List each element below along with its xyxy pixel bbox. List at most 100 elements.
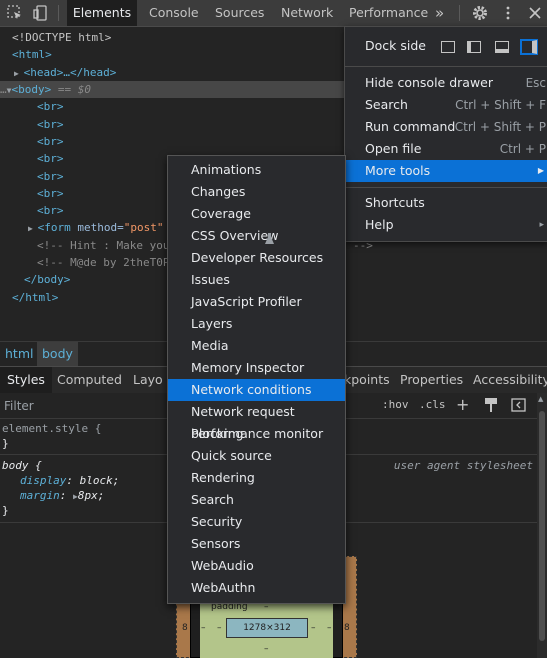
rule-close-brace: } <box>2 504 9 517</box>
hov-toggle[interactable]: :hov <box>382 398 409 411</box>
submenu-item-network-request-blocking[interactable]: Network request blocking <box>168 401 345 441</box>
padding-right-value[interactable]: – <box>311 623 316 633</box>
more-tools-submenu: Animations Changes Coverage CSS Overview… <box>167 155 346 604</box>
inspect-element-icon[interactable] <box>6 4 24 22</box>
br-node[interactable]: <br> <box>37 116 64 133</box>
more-vertical-icon[interactable] <box>499 4 517 22</box>
toolbar-divider <box>459 5 460 21</box>
box-model-content[interactable]: 1278×312 <box>226 618 308 638</box>
border-right-value[interactable]: – <box>327 623 332 633</box>
body-rule-selector[interactable]: body { <box>2 459 42 472</box>
margin-right-value[interactable]: 8 <box>344 623 350 633</box>
doctype-node[interactable]: <!DOCTYPE html> <box>12 29 111 46</box>
cls-toggle[interactable]: .cls <box>419 398 446 411</box>
submenu-arrow-icon: ▸ <box>539 220 544 230</box>
submenu-item-webaudio[interactable]: WebAudio <box>168 555 345 577</box>
tab-layout[interactable]: Layo <box>133 367 163 393</box>
tab-network[interactable]: Network <box>281 0 333 26</box>
menu-item-hide-console-drawer[interactable]: Hide console drawer Esc <box>345 72 547 94</box>
form-node[interactable]: ▶ <form method="post" <box>28 219 164 236</box>
padding-bottom-value[interactable]: – <box>264 644 269 654</box>
margin-left-value[interactable]: 8 <box>182 623 188 633</box>
submenu-item-search[interactable]: Search <box>168 489 345 511</box>
border-left-value[interactable]: – <box>201 623 206 633</box>
tab-performance[interactable]: Performance <box>349 0 428 26</box>
undock-icon[interactable] <box>441 41 455 53</box>
style-property-row[interactable]: margin: ▶8px; <box>20 489 104 502</box>
menu-item-search[interactable]: Search Ctrl + Shift + F <box>345 94 547 116</box>
br-node[interactable]: <br> <box>37 98 64 115</box>
toggle-sidebar-icon[interactable] <box>511 398 526 415</box>
submenu-item-issues[interactable]: Issues <box>168 269 345 291</box>
submenu-item-animations[interactable]: Animations <box>168 159 345 181</box>
scroll-up-arrow-icon[interactable]: ▲ <box>538 395 543 403</box>
tab-sources[interactable]: Sources <box>215 0 264 26</box>
submenu-item-webauthn[interactable]: WebAuthn <box>168 577 345 599</box>
submenu-item-performance-monitor[interactable]: Performance monitor <box>168 423 345 445</box>
submenu-item-layers[interactable]: Layers <box>168 313 345 335</box>
menu-item-shortcuts[interactable]: Shortcuts <box>345 192 547 214</box>
menu-item-more-tools[interactable]: More tools ▶ <box>345 160 547 182</box>
tab-styles[interactable]: Styles <box>0 367 52 393</box>
submenu-item-css-overview[interactable]: CSS Overview <box>168 225 345 247</box>
menu-separator <box>345 66 547 67</box>
submenu-item-network-conditions[interactable]: Network conditions <box>168 379 345 401</box>
comment-node[interactable]: <!-- Hint : Make you <box>37 237 169 254</box>
submenu-item-developer-resources[interactable]: Developer Resources <box>168 247 345 269</box>
close-icon[interactable] <box>526 4 544 22</box>
submenu-item-media[interactable]: Media <box>168 335 345 357</box>
padding-left-value[interactable]: – <box>217 623 222 633</box>
submenu-item-changes[interactable]: Changes <box>168 181 345 203</box>
scrollbar-thumb[interactable] <box>539 411 545 641</box>
expand-triangle-icon[interactable]: ▶ <box>28 224 38 233</box>
tab-dom-breakpoints[interactable]: kpoints <box>344 367 390 393</box>
rule-close-brace: } <box>2 437 9 450</box>
tab-accessibility[interactable]: Accessibility <box>473 367 547 393</box>
submenu-arrow-icon: ▶ <box>537 166 544 175</box>
tab-console[interactable]: Console <box>149 0 199 26</box>
body-close-node[interactable]: </body> <box>24 271 70 288</box>
submenu-item-rendering[interactable]: Rendering <box>168 467 345 489</box>
head-node[interactable]: ▶ <head>…</head> <box>14 64 116 81</box>
dock-bottom-icon[interactable] <box>495 41 509 53</box>
gear-icon[interactable] <box>471 4 489 22</box>
html-close-node[interactable]: </html> <box>12 289 58 306</box>
menu-item-run-command[interactable]: Run command Ctrl + Shift + P <box>345 116 547 138</box>
tab-computed[interactable]: Computed <box>57 367 122 393</box>
submenu-item-quick-source[interactable]: Quick source <box>168 445 345 467</box>
submenu-item-memory-inspector[interactable]: Memory Inspector <box>168 357 345 379</box>
tab-properties[interactable]: Properties <box>400 367 463 393</box>
br-node[interactable]: <br> <box>37 133 64 150</box>
customize-devtools-menu: Dock side Hide console drawer Esc Search C… <box>344 26 547 242</box>
style-property-row[interactable]: display: block; <box>20 474 119 487</box>
br-node[interactable]: <br> <box>37 150 64 167</box>
submenu-item-security[interactable]: Security <box>168 511 345 533</box>
device-toolbar-icon[interactable] <box>32 4 50 22</box>
new-style-rule-button[interactable]: + <box>456 395 469 414</box>
devtools-toolbar: Elements Console Sources Network Perform… <box>0 0 547 27</box>
user-agent-stylesheet-label[interactable]: user agent stylesheet <box>394 459 533 472</box>
breadcrumb-html[interactable]: html <box>0 342 38 366</box>
comment-node[interactable]: <!-- M@de by 2theT0P <box>37 254 169 271</box>
element-style-selector[interactable]: element.style { <box>2 422 101 435</box>
html-node[interactable]: <html> <box>12 46 52 63</box>
br-node[interactable]: <br> <box>37 185 64 202</box>
submenu-item-coverage[interactable]: Coverage <box>168 203 345 225</box>
dock-right-icon[interactable] <box>520 39 538 55</box>
menu-item-open-file[interactable]: Open file Ctrl + P <box>345 138 547 160</box>
more-tabs-button[interactable]: » <box>435 0 444 26</box>
br-node[interactable]: <br> <box>37 202 64 219</box>
dock-left-icon[interactable] <box>467 41 481 53</box>
expand-triangle-icon[interactable]: ▶ <box>14 69 24 78</box>
menu-item-help[interactable]: Help ▸ <box>345 214 547 236</box>
br-node[interactable]: <br> <box>37 168 64 185</box>
submenu-item-sensors[interactable]: Sensors <box>168 533 345 555</box>
menu-separator <box>345 187 547 188</box>
tab-elements[interactable]: Elements <box>67 0 137 26</box>
styles-scrollbar[interactable]: ▲ <box>537 393 547 658</box>
body-node[interactable]: …▼<body> == $0 <box>0 81 91 98</box>
breadcrumb-body[interactable]: body <box>37 342 78 366</box>
paint-brush-icon[interactable] <box>484 397 498 416</box>
toolbar-divider <box>58 5 59 21</box>
submenu-item-javascript-profiler[interactable]: JavaScript Profiler <box>168 291 345 313</box>
